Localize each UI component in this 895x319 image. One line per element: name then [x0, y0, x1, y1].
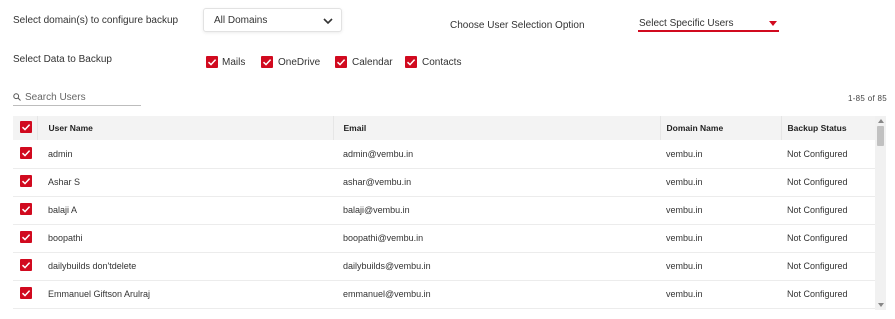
- user-option-value: Select Specific Users: [639, 18, 734, 29]
- search-icon: [13, 93, 21, 101]
- domain-select-value: All Domains: [214, 15, 268, 26]
- pagination-count: 1-85 of 85: [847, 94, 887, 103]
- email-cell: ashar@vembu.in: [343, 177, 412, 187]
- data-backup-label: Select Data to Backup: [13, 54, 112, 65]
- column-header-email[interactable]: Email: [333, 116, 661, 140]
- email-cell: emmanuel@vembu.in: [343, 289, 431, 299]
- row-select-cell: [13, 168, 37, 196]
- table-scrollbar[interactable]: [875, 116, 886, 310]
- calendar-checkbox[interactable]: [335, 56, 347, 68]
- check-icon: [21, 178, 31, 185]
- user-name-cell: Ashar S: [48, 177, 81, 187]
- check-icon: [21, 206, 31, 213]
- scrollbar-thumb[interactable]: [877, 126, 884, 146]
- user-option-select[interactable]: Select Specific Users: [638, 16, 779, 32]
- user-name-cell: dailybuilds don'tdelete: [48, 261, 137, 271]
- chevron-down-icon: [323, 18, 333, 25]
- email-cell: boopathi@vembu.in: [343, 233, 424, 243]
- check-icon: [21, 124, 31, 131]
- email-cell: admin@vembu.in: [343, 148, 414, 159]
- user-name-cell: admin: [48, 148, 73, 159]
- domain-cell: vembu.in: [666, 289, 703, 299]
- column-header-domain-name[interactable]: Domain Name: [660, 116, 782, 140]
- mails-checkbox-label[interactable]: Mails: [222, 57, 245, 68]
- table-row[interactable]: balaji A balaji@vembu.in vembu.in Not Co…: [13, 196, 875, 224]
- table-row[interactable]: Ashar S ashar@vembu.in vembu.in Not Conf…: [13, 168, 875, 196]
- domain-cell: vembu.in: [666, 233, 703, 243]
- caret-down-icon: [769, 21, 777, 26]
- domain-cell: vembu.in: [666, 177, 703, 187]
- status-cell: Not Configured: [787, 261, 848, 271]
- check-icon: [21, 262, 31, 269]
- calendar-checkbox-label[interactable]: Calendar: [352, 57, 393, 68]
- select-all-cell: [13, 116, 38, 140]
- row-select-cell: [13, 224, 37, 252]
- scroll-down-icon[interactable]: [878, 303, 884, 307]
- column-header-user-name[interactable]: User Name: [37, 116, 334, 140]
- users-table: User Name Email Domain Name Backup Statu…: [13, 116, 875, 310]
- table-header-row: User Name Email Domain Name Backup Statu…: [13, 116, 875, 140]
- check-icon: [336, 59, 346, 66]
- check-icon: [21, 149, 31, 157]
- onedrive-checkbox[interactable]: [261, 56, 273, 68]
- check-icon: [21, 290, 31, 297]
- row-checkbox[interactable]: [20, 287, 32, 299]
- status-cell: Not Configured: [787, 233, 848, 243]
- search-box: [13, 91, 141, 106]
- table-row[interactable]: Emmanuel Giftson Arulraj emmanuel@vembu.…: [13, 280, 875, 308]
- row-checkbox[interactable]: [20, 146, 32, 159]
- table-row[interactable]: admin admin@vembu.in vembu.in Not Config…: [13, 140, 875, 168]
- row-select-cell: [13, 252, 37, 280]
- row-select-cell: [13, 196, 37, 224]
- check-icon: [207, 59, 217, 66]
- domain-select[interactable]: All Domains: [203, 8, 342, 32]
- check-icon: [262, 59, 272, 66]
- check-icon: [406, 59, 416, 66]
- contacts-checkbox[interactable]: [405, 56, 417, 68]
- row-checkbox[interactable]: [20, 259, 32, 271]
- row-checkbox[interactable]: [20, 231, 32, 243]
- user-name-cell: Emmanuel Giftson Arulraj: [48, 289, 151, 299]
- status-cell: Not Configured: [787, 148, 848, 159]
- status-cell: Not Configured: [787, 289, 848, 299]
- status-cell: Not Configured: [787, 177, 848, 187]
- domain-cell: vembu.in: [666, 261, 703, 271]
- domain-cell: vembu.in: [666, 205, 703, 215]
- scroll-up-icon[interactable]: [878, 119, 884, 123]
- row-checkbox[interactable]: [20, 203, 32, 215]
- status-cell: Not Configured: [787, 205, 848, 215]
- select-all-checkbox[interactable]: [20, 121, 32, 133]
- row-select-cell: [13, 280, 37, 308]
- user-option-label: Choose User Selection Option: [450, 20, 585, 31]
- mails-checkbox[interactable]: [206, 56, 218, 68]
- user-name-cell: balaji A: [48, 205, 78, 215]
- row-select-cell: [13, 140, 37, 168]
- email-cell: balaji@vembu.in: [343, 205, 410, 215]
- table-row[interactable]: boopathi boopathi@vembu.in vembu.in Not …: [13, 224, 875, 252]
- domain-select-label: Select domain(s) to configure backup: [13, 15, 179, 26]
- domain-cell: vembu.in: [666, 148, 703, 159]
- contacts-checkbox-label[interactable]: Contacts: [422, 57, 461, 68]
- user-name-cell: boopathi: [48, 233, 83, 243]
- check-icon: [21, 234, 31, 241]
- row-checkbox[interactable]: [20, 175, 32, 187]
- column-header-backup-status[interactable]: Backup Status: [781, 116, 875, 140]
- onedrive-checkbox-label[interactable]: OneDrive: [278, 57, 320, 68]
- email-cell: dailybuilds@vembu.in: [343, 261, 431, 271]
- table-row[interactable]: dailybuilds don'tdelete dailybuilds@vemb…: [13, 252, 875, 280]
- search-input[interactable]: [25, 91, 137, 104]
